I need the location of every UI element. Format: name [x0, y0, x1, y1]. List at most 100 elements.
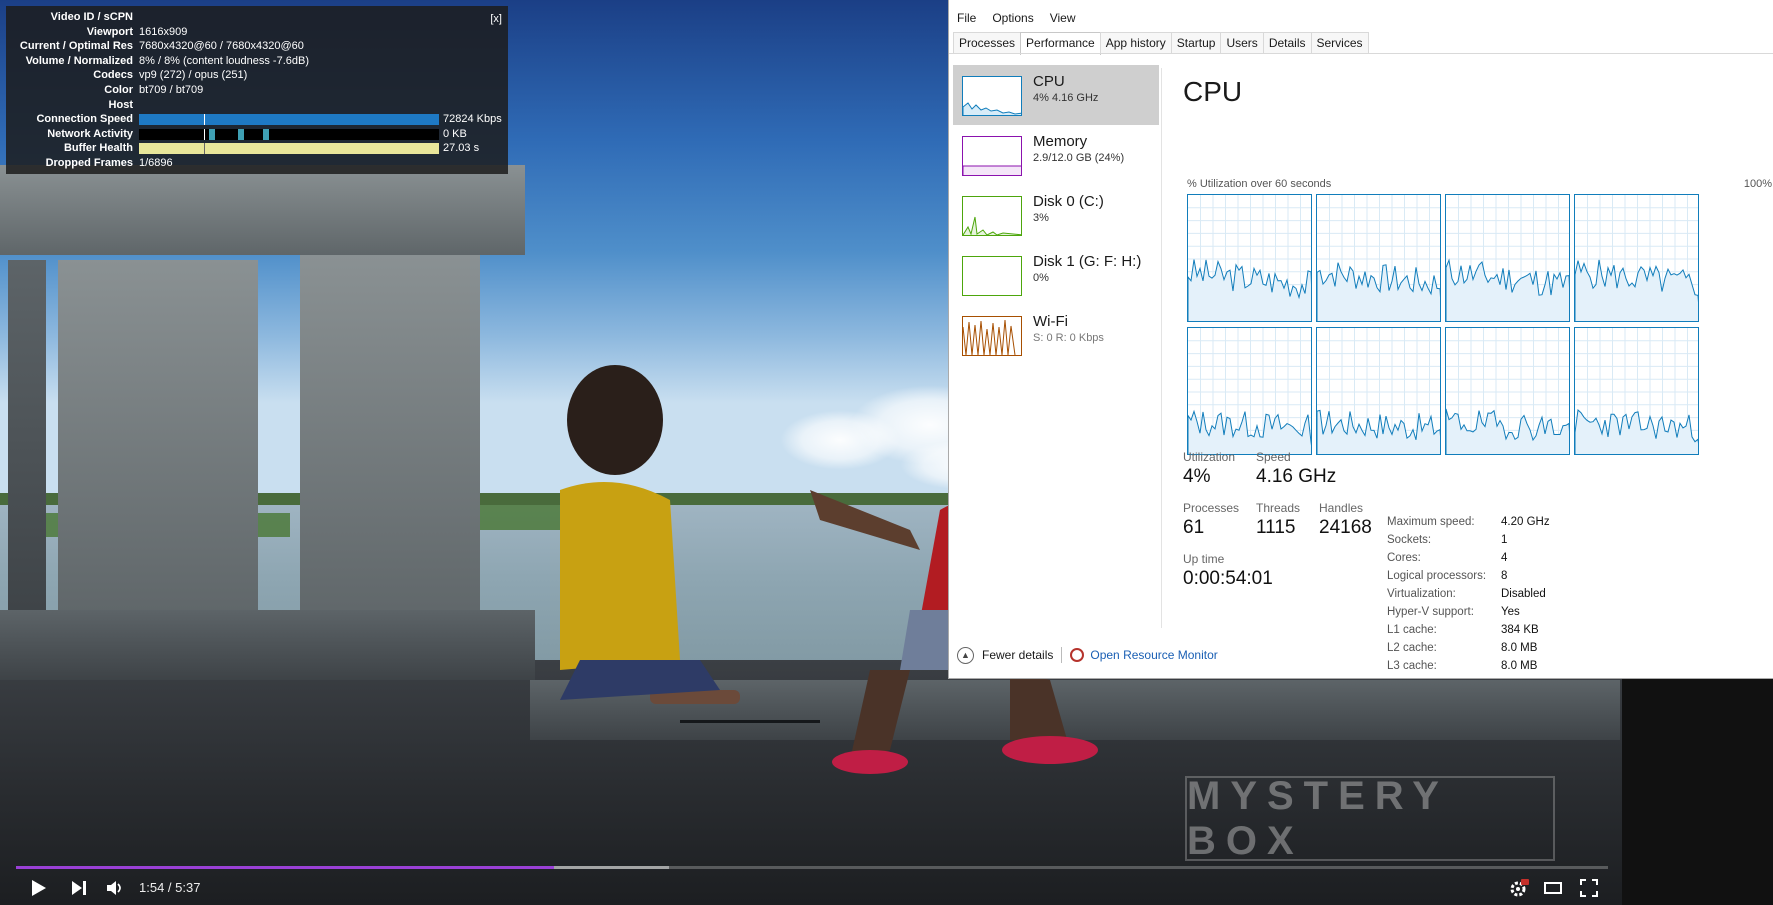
balustrade-pillar [58, 260, 258, 620]
sidebar-item-wifi[interactable]: Wi-Fi S: 0 R: 0 Kbps [953, 305, 1159, 365]
menu-view[interactable]: View [1042, 8, 1084, 28]
stats-key: Volume / Normalized [25, 54, 133, 67]
stat-value: 61 [1183, 517, 1205, 538]
seek-bar[interactable] [16, 866, 1608, 869]
volume-button[interactable] [98, 870, 132, 905]
stat-value: 24168 [1319, 517, 1372, 538]
performance-sidebar: CPU 4% 4.16 GHz Memory 2.9/12.0 GB (24%)… [953, 65, 1159, 365]
bar-marker [204, 114, 205, 126]
stat-label: Utilization [1183, 450, 1236, 464]
logical-processor-graph [1187, 194, 1312, 322]
stats-key: Current / Optimal Res [19, 40, 133, 53]
spec-key: L1 cache: [1387, 624, 1437, 636]
theater-mode-icon [1544, 881, 1562, 894]
tab-processes[interactable]: Processes [953, 32, 1022, 54]
gear-icon [1510, 878, 1529, 896]
balustrade-base [0, 610, 535, 680]
stats-value: 0 KB [443, 127, 467, 140]
sidebar-item-subtitle: 3% [1033, 212, 1049, 224]
sidebar-item-title: Wi-Fi [1033, 313, 1068, 330]
tab-startup[interactable]: Startup [1170, 32, 1222, 54]
spec-row: L2 cache: 8.0 MB [1387, 639, 1550, 657]
fewer-details-button[interactable]: ▲ Fewer details [957, 646, 1053, 664]
sidebar-item-title: Disk 1 (G: F: H:) [1033, 253, 1142, 270]
footer-separator [1061, 647, 1063, 663]
sidebar-item-title: Disk 0 (C:) [1033, 193, 1104, 210]
stats-row: Volume / Normalized 8% / 8% (content loud… [12, 54, 502, 69]
stats-key: Dropped Frames [45, 156, 133, 169]
logical-processor-graph [1574, 327, 1699, 455]
spec-value: 8.0 MB [1501, 660, 1538, 672]
mystery-box-watermark: MYSTERY BOX [1185, 774, 1555, 863]
spec-value: 4.20 GHz [1501, 516, 1550, 528]
sidebar-item-disk0[interactable]: Disk 0 (C:) 3% [953, 185, 1159, 245]
stats-key: Viewport [86, 25, 133, 38]
stats-row: Color bt709 / bt709 [12, 83, 502, 98]
settings-button[interactable] [1504, 870, 1534, 905]
menu-file[interactable]: File [949, 8, 984, 28]
stats-close-button[interactable]: [x] [490, 12, 502, 27]
cpu-heading: CPU [1183, 76, 1243, 107]
open-resource-monitor-link[interactable]: Open Resource Monitor [1070, 648, 1218, 662]
sidebar-item-memory[interactable]: Memory 2.9/12.0 GB (24%) [953, 125, 1159, 185]
spec-value: 8 [1501, 570, 1508, 582]
stats-row: Video ID / sCPN [12, 10, 502, 25]
spec-key: Virtualization: [1387, 588, 1456, 600]
utilization-stat: Utilization 4% [1183, 450, 1235, 488]
spec-row: Sockets: 1 [1387, 531, 1550, 549]
processes-stat: Processes 61 [1183, 501, 1239, 539]
spec-value: Disabled [1501, 588, 1546, 600]
stat-label: Handles [1319, 501, 1364, 515]
play-button[interactable] [22, 870, 56, 905]
spec-row: Cores: 4 [1387, 549, 1550, 567]
logical-processor-graph [1445, 194, 1570, 322]
player-controls: 1:54 / 5:37 [0, 870, 1622, 905]
stats-row: Viewport 1616x909 [12, 25, 502, 40]
menu-options[interactable]: Options [984, 8, 1041, 28]
tab-performance[interactable]: Performance [1020, 32, 1101, 55]
task-manager-footer: ▲ Fewer details Open Resource Monitor [957, 645, 1218, 665]
spec-value: 8.0 MB [1501, 642, 1538, 654]
play-icon [32, 879, 46, 896]
stats-row-network-activity: Network Activity 0 KB [12, 127, 502, 142]
stats-value: vp9 (272) / opus (251) [139, 69, 248, 82]
spec-value: 4 [1501, 552, 1508, 564]
sidebar-item-subtitle: 0% [1033, 272, 1049, 284]
stat-label: Up time [1183, 552, 1225, 566]
spec-value: Yes [1501, 606, 1520, 618]
sidebar-item-title: CPU [1033, 73, 1065, 90]
sidebar-item-subtitle: 4% 4.16 GHz [1033, 92, 1099, 104]
spec-key: L2 cache: [1387, 642, 1437, 654]
sidebar-item-disk1[interactable]: Disk 1 (G: F: H:) 0% [953, 245, 1159, 305]
spec-value: 1 [1501, 534, 1508, 546]
stat-value: 4.16 GHz [1256, 466, 1337, 487]
tab-services[interactable]: Services [1310, 32, 1369, 54]
stat-label: Processes [1183, 501, 1240, 515]
tab-details[interactable]: Details [1262, 32, 1312, 54]
cpu-specs-table: Maximum speed: 4.20 GHz Sockets: 1 Cores: 4 Lo… [1387, 513, 1550, 675]
logical-processor-graph [1574, 194, 1699, 322]
spec-key: Maximum speed: [1387, 516, 1475, 528]
resource-monitor-label: Open Resource Monitor [1090, 648, 1218, 662]
spec-key: L3 cache: [1387, 660, 1437, 672]
stats-for-nerds-panel: [x] Video ID / sCPN Viewport 1616x909 Curre… [6, 6, 508, 174]
tab-strip: Processes Performance App history Startu… [953, 32, 1369, 55]
stats-row-dropped-frames: Dropped Frames 1/6896 [12, 156, 502, 171]
sidebar-item-title: Memory [1033, 133, 1088, 150]
stats-value: 8% / 8% (content loudness -7.6dB) [139, 54, 309, 67]
fullscreen-button[interactable] [1574, 870, 1604, 905]
seek-bar-played [16, 866, 555, 869]
spec-row: Hyper-V support: Yes [1387, 603, 1550, 621]
tab-users[interactable]: Users [1220, 32, 1264, 54]
chevron-up-icon: ▲ [957, 646, 974, 664]
spec-row: Logical processors: 8 [1387, 567, 1550, 585]
wifi-throughput: S: 0 R: 0 Kbps [1033, 332, 1104, 344]
spec-key: Sockets: [1387, 534, 1432, 546]
sidebar-item-cpu[interactable]: CPU 4% 4.16 GHz [953, 65, 1159, 125]
tab-app-history[interactable]: App history [1099, 32, 1172, 54]
next-button[interactable] [62, 870, 96, 905]
stats-value: 7680x4320@60 / 7680x4320@60 [139, 40, 304, 53]
stat-value: 4% [1183, 466, 1211, 487]
theater-mode-button[interactable] [1538, 870, 1568, 905]
stats-key: Buffer Health [63, 142, 133, 155]
